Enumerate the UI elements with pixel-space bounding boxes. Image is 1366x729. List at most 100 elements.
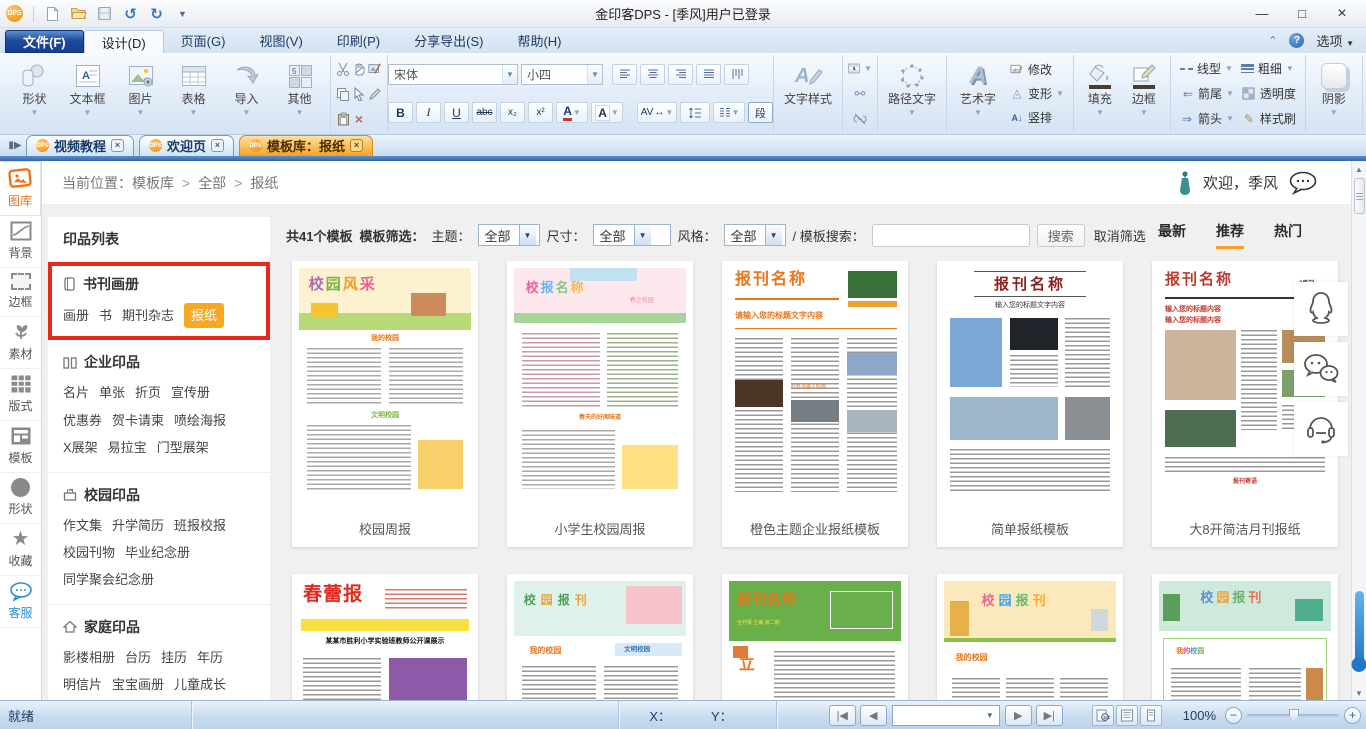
sidebar-item-template[interactable]: 模板 xyxy=(0,421,41,473)
template-preview[interactable]: 校园风采我的校园文明校园 xyxy=(292,261,478,509)
template-preview[interactable]: 报刊名称全开报 主编 第二期立 xyxy=(722,574,908,700)
qq-contact-icon[interactable] xyxy=(1294,282,1348,336)
text-wrap-icon[interactable]: ♞▼ xyxy=(848,62,872,76)
template-preview[interactable]: 校园报刊我的校园文明校园 xyxy=(507,574,693,700)
product-link[interactable]: 班报校报 xyxy=(174,514,226,537)
product-link[interactable]: 报纸 xyxy=(184,303,224,328)
first-page-button[interactable]: |◀ xyxy=(829,705,856,726)
template-card[interactable]: 校园报刊我的校园 xyxy=(1152,574,1338,700)
scrollbar-thumb[interactable] xyxy=(1354,178,1365,214)
paste-icon[interactable] xyxy=(336,112,350,126)
word-art-button[interactable]: A 艺术字▼ xyxy=(952,57,1004,130)
modify-button[interactable]: abc修改 xyxy=(1006,58,1068,81)
single-page-view-icon[interactable] xyxy=(1140,705,1162,726)
product-link[interactable]: 门型展架 xyxy=(157,436,209,459)
bold-button[interactable]: B xyxy=(388,102,413,123)
underline-button[interactable]: U xyxy=(444,102,469,123)
import-button[interactable]: 导入▼ xyxy=(221,57,272,130)
char-spacing-button[interactable]: AV↔▼ xyxy=(637,102,677,123)
zoom-in-button[interactable]: + xyxy=(1344,707,1361,724)
wechat-contact-icon[interactable] xyxy=(1294,342,1348,396)
sidebar-item-shape[interactable]: 形状 xyxy=(0,473,41,524)
insert-other-button[interactable]: 5 其他▼ xyxy=(274,57,325,130)
strikethrough-button[interactable]: abc xyxy=(472,102,497,123)
sidebar-item-material[interactable]: 素材 xyxy=(0,317,41,369)
product-link[interactable]: 同学聚会纪念册 xyxy=(63,568,154,591)
template-preview[interactable]: 春蕾报某某市胜利小学实验班教师公开课展示 xyxy=(292,574,478,700)
template-card[interactable]: 校园风采我的校园文明校园校园周报 xyxy=(292,261,478,547)
align-center-button[interactable] xyxy=(640,64,665,85)
size-select[interactable]: 全部▼ xyxy=(593,224,671,246)
menu-page[interactable]: 页面(G) xyxy=(164,28,243,53)
product-link[interactable]: 儿童成长 xyxy=(174,673,226,696)
arrow-tail-button[interactable]: ⇐箭尾▼ xyxy=(1176,82,1238,105)
sidebar-item-service[interactable]: 客服 xyxy=(0,576,41,628)
copy-icon[interactable] xyxy=(336,87,350,101)
next-page-button[interactable]: ▶ xyxy=(1005,705,1032,726)
select-cursor-icon[interactable] xyxy=(352,87,366,101)
vertical-scrollbar[interactable]: ▲ ▼ xyxy=(1351,161,1366,700)
product-link[interactable]: 明信片 xyxy=(63,673,102,696)
fill-button[interactable]: 填充▼ xyxy=(1079,57,1121,130)
template-card[interactable]: 校园报刊我的校园文明校园 xyxy=(507,574,693,700)
doc-tab-template-library[interactable]: DPS 模板库：报纸 × xyxy=(239,135,373,156)
sidebar-item-gallery[interactable]: 图库 xyxy=(0,161,41,216)
product-link[interactable]: 书 xyxy=(99,304,112,327)
tab-close-icon[interactable]: × xyxy=(111,139,124,152)
scroll-down-icon[interactable]: ▼ xyxy=(1355,685,1363,700)
format-pen-icon[interactable] xyxy=(368,87,382,101)
save-button[interactable] xyxy=(95,4,114,23)
sort-recommended[interactable]: 推荐 xyxy=(1216,221,1244,249)
product-link[interactable]: 贺卡请柬 xyxy=(112,409,164,432)
sidebar-item-border[interactable]: 边框 xyxy=(0,268,41,317)
product-link[interactable]: 升学简历 xyxy=(112,514,164,537)
cut-icon[interactable] xyxy=(336,62,350,76)
transform-button[interactable]: ◬变形▼ xyxy=(1006,82,1068,105)
product-link[interactable]: 挂历 xyxy=(161,646,187,669)
last-page-button[interactable]: ▶| xyxy=(1036,705,1063,726)
product-link[interactable]: 毕业纪念册 xyxy=(125,541,190,564)
shadow-button[interactable]: 阴影▼ xyxy=(1311,57,1357,130)
theme-select[interactable]: 全部▼ xyxy=(478,224,540,246)
redo-button[interactable]: ↻ xyxy=(147,4,166,23)
help-icon[interactable]: ? xyxy=(1289,33,1304,48)
product-link[interactable]: 画册 xyxy=(63,304,89,327)
image-edit-icon[interactable] xyxy=(368,62,382,76)
scroll-indicator[interactable] xyxy=(1355,591,1364,665)
product-link[interactable]: 易拉宝 xyxy=(108,436,147,459)
close-button[interactable]: × xyxy=(1324,4,1360,24)
headset-support-icon[interactable] xyxy=(1294,402,1348,456)
line-weight-button[interactable]: 粗细▼ xyxy=(1237,57,1298,80)
menu-help[interactable]: 帮助(H) xyxy=(500,28,578,53)
path-text-button[interactable]: 路径文字▼ xyxy=(883,57,941,130)
subscript-button[interactable]: x₂ xyxy=(500,102,525,123)
text-style-button[interactable]: A 文字样式 xyxy=(779,57,837,130)
menu-print[interactable]: 印刷(P) xyxy=(320,28,397,53)
product-link[interactable]: 宝宝画册 xyxy=(112,673,164,696)
unlink-icon[interactable] xyxy=(853,112,867,126)
tab-close-icon[interactable]: × xyxy=(350,139,363,152)
product-link[interactable]: 名片 xyxy=(63,381,89,404)
undo-button[interactable]: ↺ xyxy=(121,4,140,23)
sort-newest[interactable]: 最新 xyxy=(1158,221,1186,249)
scroll-up-icon[interactable]: ▲ xyxy=(1355,161,1363,178)
paragraph-button[interactable]: 段 xyxy=(748,102,773,123)
menu-design[interactable]: 设计(D) xyxy=(84,30,164,53)
opacity-button[interactable]: 透明度 xyxy=(1238,82,1300,105)
prev-page-button[interactable]: ◀ xyxy=(860,705,887,726)
options-button[interactable]: 选项 ▼ xyxy=(1316,31,1354,50)
sort-hot[interactable]: 热门 xyxy=(1274,221,1302,249)
template-preview[interactable]: 报刊名称输入您的标题文字内容 xyxy=(937,261,1123,509)
line-spacing-button[interactable] xyxy=(680,102,710,123)
highlight-color-button[interactable]: A▼ xyxy=(591,102,623,123)
hand-tool-icon[interactable] xyxy=(352,62,366,76)
zoom-page-view-icon[interactable]: 100 xyxy=(1092,705,1114,726)
vertical-text-button[interactable] xyxy=(724,64,749,85)
product-link[interactable]: 宣传册 xyxy=(171,381,210,404)
template-card[interactable]: 报刊名称全开报 主编 第二期立 xyxy=(722,574,908,700)
message-bubble-icon[interactable] xyxy=(1288,171,1318,195)
minimize-button[interactable]: — xyxy=(1244,4,1280,24)
product-link[interactable]: 折页 xyxy=(135,381,161,404)
vertical-layout-button[interactable]: A↓竖排 xyxy=(1006,106,1068,129)
zoom-out-button[interactable]: − xyxy=(1225,707,1242,724)
